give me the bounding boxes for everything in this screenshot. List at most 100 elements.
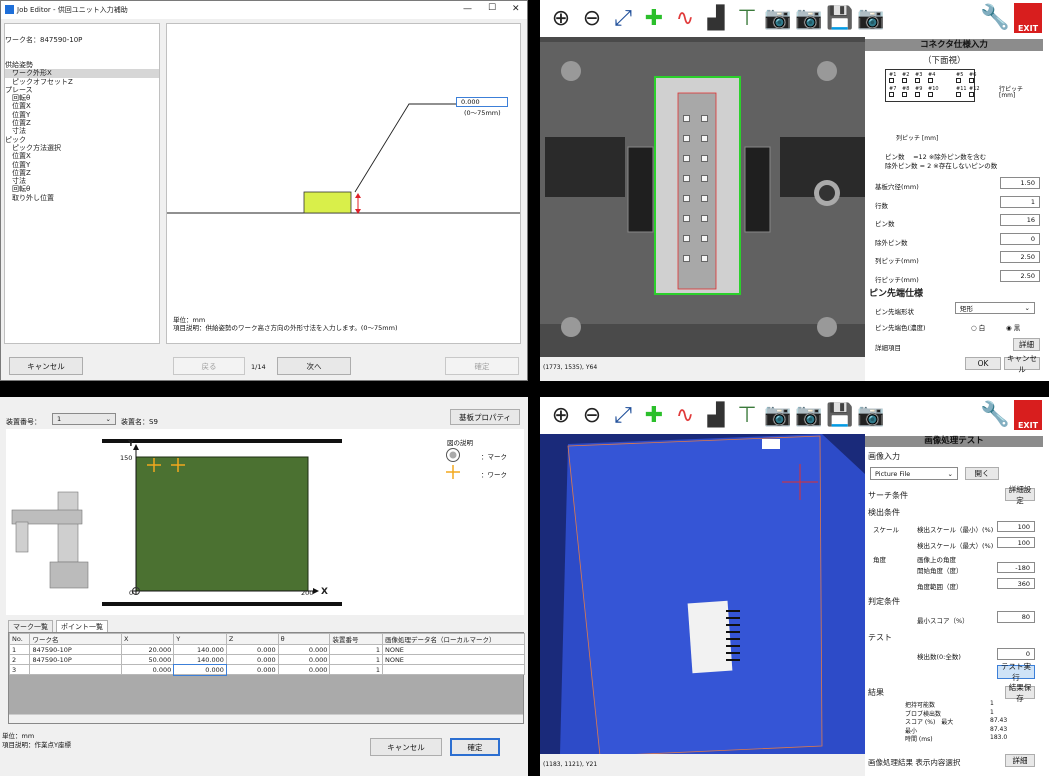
camera-view[interactable]	[540, 434, 865, 754]
open-button[interactable]: 開く	[965, 467, 999, 480]
exit-button[interactable]: EXIT	[1014, 3, 1042, 33]
column-header[interactable]: 装置番号	[329, 633, 383, 645]
table-cell[interactable]: 20.000	[121, 644, 175, 655]
waveform-button[interactable]: ∿	[670, 398, 700, 432]
table-cell[interactable]: 1	[8, 644, 31, 655]
exit-button[interactable]: EXIT	[1014, 400, 1042, 430]
table-cell[interactable]: 0.000	[225, 664, 279, 675]
column-header[interactable]: θ	[277, 633, 331, 645]
item-tree[interactable]: 供給姿勢 ワーク外形X ピックオフセットZ プレース 回転θ 位置X 位置Y 位置…	[5, 61, 159, 202]
spec-field-input[interactable]: 1	[1000, 195, 1040, 208]
point-grid[interactable]: No. ワーク名 X Y Zθ 装置番号 画像処理データ名（ローカルマーク） 1 847590-…	[8, 633, 526, 676]
table-cell[interactable]: 1	[329, 644, 383, 655]
tree-item[interactable]: ピックオフセットZ	[5, 78, 159, 86]
tree-item[interactable]: 位置Y	[5, 161, 159, 169]
ok-button[interactable]: OK	[965, 357, 1001, 370]
tree-item[interactable]: 位置Z	[5, 119, 159, 127]
tree-item[interactable]: 寸法	[5, 177, 159, 185]
fit-button[interactable]: ⤢	[608, 398, 638, 432]
source-select[interactable]: Picture File ⌄	[870, 467, 958, 480]
save-result-button[interactable]: 結果保存	[1005, 683, 1035, 703]
table-cell[interactable]	[29, 664, 123, 675]
column-header[interactable]: ワーク名	[29, 633, 123, 645]
zoom-in-button[interactable]: ⊕	[546, 1, 576, 35]
minimize-button[interactable]: —	[463, 4, 472, 14]
radio-white[interactable]: ○ 白	[971, 322, 985, 332]
table-cell[interactable]: 847590-10P	[29, 644, 123, 655]
tool-button[interactable]: ⊤	[732, 1, 762, 35]
cancel-button[interactable]: キャンセル	[370, 738, 442, 756]
table-cell[interactable]: 50.000	[121, 654, 175, 665]
back-button[interactable]: 戻る	[173, 357, 245, 375]
column-header[interactable]: Y	[173, 633, 227, 645]
table-cell[interactable]: 140.000	[173, 644, 227, 655]
crosshair-button[interactable]: ✚	[639, 398, 669, 432]
zoom-out-button[interactable]: ⊖	[577, 398, 607, 432]
confirm-button[interactable]: 確定	[445, 357, 519, 375]
spec-field-input[interactable]: 16	[1000, 214, 1040, 226]
tree-item[interactable]: 位置Z	[5, 169, 159, 177]
height-input[interactable]: 0.000	[456, 97, 508, 107]
table-cell[interactable]: 0.000	[121, 664, 175, 675]
table-cell[interactable]: 0.000	[225, 644, 279, 655]
detail-button[interactable]: 詳細	[1005, 754, 1035, 767]
camera-view[interactable]	[540, 37, 865, 357]
confirm-button[interactable]: 確定	[450, 738, 500, 756]
camera-save-button[interactable]: 📷	[794, 398, 824, 432]
table-row[interactable]: 1 847590-10P 20.000 140.000 0.000 0.000 1 NONE	[8, 644, 526, 655]
table-cell[interactable]: 3	[8, 664, 31, 675]
table-cell[interactable]: 2	[8, 654, 31, 665]
wrench-icon[interactable]: 🔧	[980, 400, 1010, 428]
table-row[interactable]: 3 0.000 0.000 0.000 0.000 1	[8, 663, 526, 676]
tree-item[interactable]: 回転θ	[5, 185, 159, 193]
camera-save-button[interactable]: 💾	[825, 1, 855, 35]
table-cell[interactable]: NONE	[381, 654, 526, 665]
table-cell[interactable]: NONE	[381, 644, 526, 655]
tree-item[interactable]: 位置X	[5, 152, 159, 160]
table-cell[interactable]: 0.000	[225, 654, 279, 665]
histogram-button[interactable]: ▟	[701, 1, 731, 35]
scale-min-input[interactable]: 100	[997, 521, 1035, 532]
table-cell[interactable]: 1	[329, 654, 383, 665]
close-button[interactable]: ✕	[512, 4, 520, 14]
camera-button[interactable]: 📷	[856, 1, 886, 35]
table-cell[interactable]: 847590-10P	[29, 654, 123, 665]
spec-field-input[interactable]: 2.50	[1000, 251, 1040, 263]
tab-mark-list[interactable]: マーク一覧	[8, 620, 53, 632]
table-cell[interactable]: 0.000	[277, 654, 331, 665]
scale-max-input[interactable]: 100	[997, 537, 1035, 548]
spec-field-input[interactable]: 0	[1000, 232, 1040, 245]
cancel-button[interactable]: キャンセル	[1004, 354, 1040, 374]
board-properties-button[interactable]: 基板プロパティ	[450, 409, 520, 425]
tab-point-list[interactable]: ポイント一覧	[56, 620, 108, 632]
crosshair-button[interactable]: ✚	[639, 1, 669, 35]
zoom-out-button[interactable]: ⊖	[577, 1, 607, 35]
detail-setting-button[interactable]: 詳細設定	[1005, 485, 1035, 505]
detail-button[interactable]: 詳細	[1013, 338, 1040, 351]
camera-save-button[interactable]: 💾	[825, 398, 855, 432]
column-header[interactable]: No.	[8, 633, 31, 645]
column-header[interactable]: 画像処理データ名（ローカルマーク）	[381, 633, 526, 645]
horizontal-scrollbar[interactable]	[9, 714, 523, 723]
min-score-input[interactable]: 80	[997, 611, 1035, 623]
tree-item[interactable]: プレース	[5, 86, 159, 94]
camera-save-button[interactable]: 📷	[794, 1, 824, 35]
table-cell[interactable]: 0.000	[172, 663, 228, 676]
table-cell[interactable]: 1	[329, 664, 383, 675]
tree-item[interactable]: ワーク外形X	[5, 69, 159, 78]
table-cell[interactable]	[381, 664, 526, 675]
angle-range-input[interactable]: 360	[997, 578, 1035, 589]
histogram-button[interactable]: ▟	[701, 398, 731, 432]
wrench-icon[interactable]: 🔧	[980, 3, 1010, 31]
maximize-button[interactable]: ☐	[488, 3, 496, 13]
tree-item[interactable]: 位置X	[5, 102, 159, 110]
table-cell[interactable]: 140.000	[173, 654, 227, 665]
column-header[interactable]: X	[121, 633, 175, 645]
run-test-button[interactable]: テスト実行	[997, 662, 1035, 682]
device-no-select[interactable]: 1 ⌄	[52, 413, 116, 425]
cancel-button[interactable]: キャンセル	[9, 357, 83, 375]
tree-item[interactable]: ピック	[5, 136, 159, 144]
spec-field-input[interactable]: 2.50	[1000, 269, 1040, 282]
tree-item[interactable]: 位置Y	[5, 111, 159, 119]
tree-item[interactable]: 寸法	[5, 127, 159, 135]
